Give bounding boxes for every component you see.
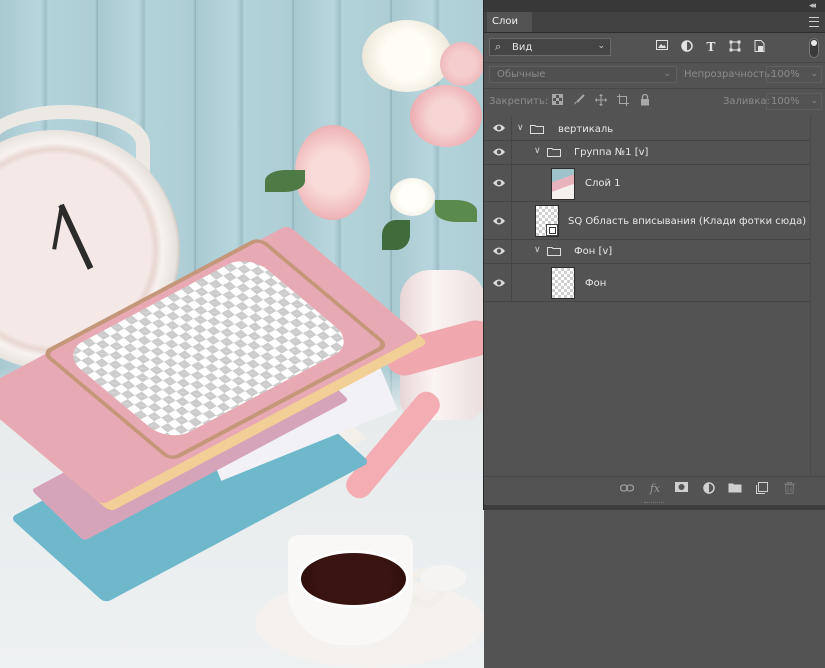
rose	[410, 85, 482, 147]
document-canvas[interactable]	[0, 0, 484, 668]
panel-title-bar: ◂◂	[484, 0, 825, 12]
lock-transparent-pixels-icon[interactable]	[550, 94, 564, 108]
fx-icon[interactable]: fx	[648, 482, 662, 496]
tab-layers[interactable]: Слои	[487, 12, 532, 32]
layer-name: Фон [v]	[574, 246, 613, 257]
chevron-down-icon: ⌄	[597, 41, 605, 51]
blend-mode-value: Обычные	[497, 69, 546, 80]
add-mask-icon[interactable]	[674, 482, 688, 496]
panel-menu-icon[interactable]	[809, 17, 819, 27]
opacity-field[interactable]: 100% ⌄	[766, 66, 822, 83]
layers-scrollbar[interactable]	[810, 115, 825, 475]
leaf	[382, 220, 410, 250]
layer-name: SQ Область вписывания (Клади фотки сюда)…	[568, 216, 819, 227]
opacity-value: 100%	[771, 69, 800, 80]
chevron-down-icon[interactable]: ∨	[534, 245, 541, 255]
layer-row-vertikal[interactable]: ∨ вертикаль	[484, 117, 810, 141]
layer-row-group-1[interactable]: ∨ Группа №1 [v]	[484, 141, 810, 165]
pixel-layer-filter-icon[interactable]	[655, 40, 669, 54]
fill-field[interactable]: 100% ⌄	[766, 93, 822, 110]
lock-image-pixels-icon[interactable]	[572, 94, 586, 108]
panel-bottom-edge	[484, 505, 825, 510]
eye-icon[interactable]	[492, 278, 508, 290]
layer-row-sq-area[interactable]: SQ Область вписывания (Клади фотки сюда)…	[484, 202, 819, 240]
chevron-down-icon[interactable]: ∨	[517, 123, 524, 133]
folder-icon	[530, 124, 544, 134]
layer-thumbnail	[551, 267, 575, 299]
layer-row-sloy-1[interactable]: Слой 1	[484, 165, 810, 202]
rose	[295, 125, 370, 220]
eye-icon[interactable]	[492, 246, 508, 258]
chevron-down-icon: ⌄	[810, 69, 818, 79]
rose	[440, 42, 484, 86]
eye-icon[interactable]	[492, 147, 508, 159]
layer-thumbnail	[535, 205, 559, 237]
chevron-down-icon[interactable]: ∨	[534, 146, 541, 156]
divider	[484, 88, 825, 89]
opacity-label: Непрозрачность:	[684, 69, 774, 80]
fill-value: 100%	[771, 96, 800, 107]
layers-panel: ◂◂ Слои ⌕ Вид ⌄ T Обычные ⌄ Непрозрачнос…	[483, 0, 825, 510]
filter-kind-label: Вид	[512, 42, 533, 53]
layer-thumbnail	[551, 168, 575, 200]
chevron-down-icon: ⌄	[663, 69, 671, 79]
lock-position-icon[interactable]	[594, 94, 608, 108]
link-layers-icon[interactable]	[619, 482, 635, 496]
chevron-down-icon: ⌄	[810, 96, 818, 106]
lock-label: Закрепить:	[489, 96, 549, 107]
layers-bottom-toolbar: fx	[484, 476, 825, 501]
coffee	[298, 550, 409, 608]
collapse-icon[interactable]: ◂◂	[809, 0, 816, 12]
new-layer-icon[interactable]	[755, 482, 769, 496]
rose	[390, 178, 435, 216]
layer-name: Слой 1	[585, 178, 621, 189]
fill-label: Заливка:	[723, 96, 770, 107]
layer-name: вертикаль	[558, 124, 614, 135]
layer-name: Фон	[585, 278, 607, 289]
layer-row-fon-group[interactable]: ∨ Фон [v]	[484, 240, 810, 264]
blend-mode-select[interactable]: Обычные ⌄	[489, 66, 677, 83]
lock-all-icon[interactable]	[638, 93, 652, 108]
layers-list: ∨ вертикаль ∨ Группа №1 [v] Слой 1 SQ Об…	[484, 115, 819, 475]
eye-icon[interactable]	[492, 178, 508, 190]
shape-filter-icon[interactable]	[728, 40, 742, 54]
type-filter-icon[interactable]: T	[704, 40, 718, 54]
smart-object-filter-icon[interactable]	[752, 40, 766, 54]
divider	[484, 62, 825, 63]
layer-name: Группа №1 [v]	[574, 147, 649, 158]
layer-filter-select[interactable]: ⌕ Вид ⌄	[489, 38, 611, 56]
layer-row-fon[interactable]: Фон	[484, 264, 810, 302]
delete-layer-icon[interactable]	[782, 482, 796, 496]
lock-artboard-icon[interactable]	[616, 94, 630, 108]
adjustment-layer-icon[interactable]	[702, 482, 716, 496]
rose	[362, 20, 452, 92]
search-icon: ⌕	[495, 40, 502, 53]
eye-icon[interactable]	[492, 123, 508, 135]
filter-toggle-switch[interactable]	[809, 38, 819, 58]
leaf	[435, 200, 477, 222]
eye-icon[interactable]	[492, 216, 508, 228]
folder-icon	[547, 246, 561, 256]
adjustment-filter-icon[interactable]	[680, 40, 694, 54]
folder-icon	[547, 147, 561, 157]
panel-tab-bar: Слои	[484, 12, 825, 33]
bird-figurine	[420, 565, 466, 591]
smart-object-icon	[546, 224, 558, 236]
new-group-icon[interactable]	[728, 482, 742, 496]
